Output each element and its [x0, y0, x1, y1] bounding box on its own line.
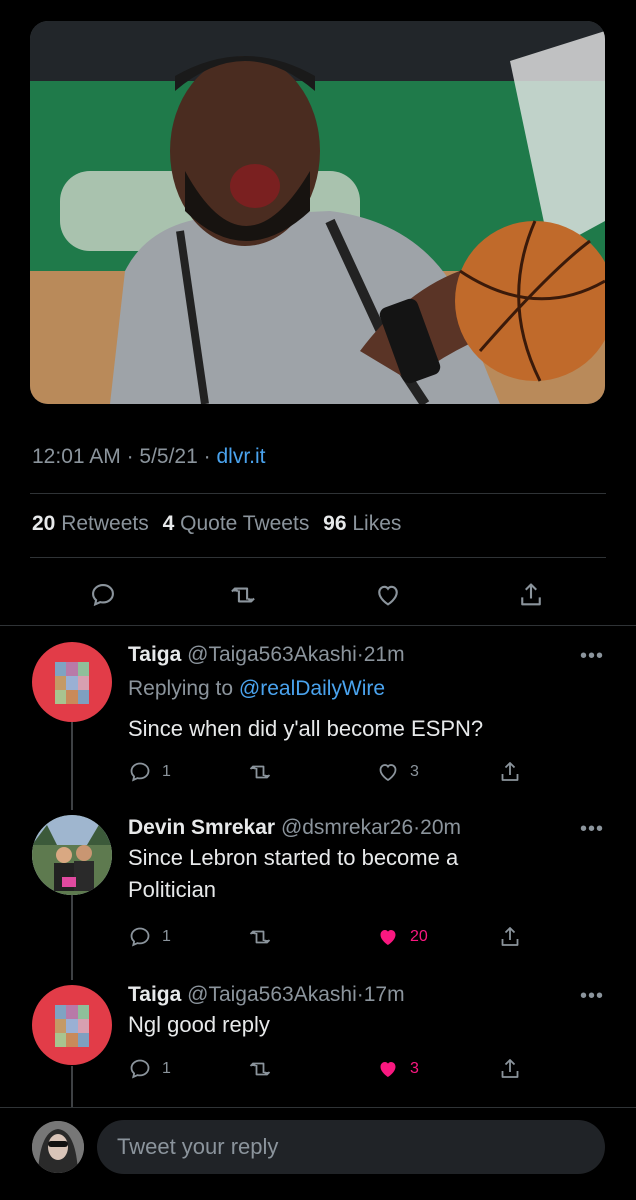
- user-avatar[interactable]: [32, 1121, 84, 1173]
- share-button[interactable]: [498, 925, 522, 949]
- reply-time: 20m: [420, 816, 461, 839]
- reply-icon: [92, 584, 114, 607]
- like-button[interactable]: 20: [376, 925, 428, 949]
- share-button[interactable]: [498, 1057, 522, 1081]
- reply-action-bar: 1 20: [128, 925, 528, 951]
- mention-link[interactable]: @realDailyWire: [239, 677, 385, 700]
- handle[interactable]: @Taiga563Akashi: [187, 983, 357, 1006]
- like-count: 3: [410, 1060, 419, 1077]
- retweet-icon: [249, 1062, 271, 1076]
- reply-time: 21m: [363, 643, 405, 666]
- avatar-pixel-image: [55, 1005, 89, 1047]
- avatar-photo: [32, 815, 112, 895]
- thread-connector: [71, 722, 73, 810]
- replying-to: Replying to @realDailyWire: [128, 673, 588, 705]
- reply-action-bar: 1 3: [128, 760, 528, 786]
- tweet-action-bar: [0, 578, 636, 612]
- like-count: 3: [410, 763, 419, 780]
- tweet-timestamp: 12:01 AM · 5/5/21 · dlvr.it: [32, 445, 265, 469]
- avatar-pixel-image: [55, 662, 89, 704]
- display-name[interactable]: Devin Smrekar: [128, 816, 275, 839]
- meta-separator: ·: [126, 445, 140, 468]
- avatar[interactable]: [32, 815, 112, 895]
- player-photo: [30, 21, 605, 404]
- retweet-button[interactable]: [248, 925, 272, 949]
- like-button[interactable]: [371, 578, 405, 612]
- handle[interactable]: @Taiga563Akashi: [187, 643, 357, 666]
- reply-header: Taiga @Taiga563Akashi·21m: [128, 643, 405, 666]
- divider: [0, 625, 636, 626]
- retweet-button[interactable]: [248, 760, 272, 784]
- tweet-date: 5/5/21: [139, 445, 198, 468]
- like-button[interactable]: 3: [376, 1057, 419, 1081]
- more-options-icon[interactable]: •••: [580, 985, 604, 1008]
- retweets-stat[interactable]: 20 Retweets: [32, 512, 149, 535]
- share-icon: [501, 927, 519, 946]
- retweet-icon: [231, 587, 255, 603]
- share-button[interactable]: [514, 578, 548, 612]
- reply-button[interactable]: 1: [128, 925, 171, 949]
- reply-text: Ngl good reply: [128, 1012, 270, 1037]
- avatar[interactable]: [32, 642, 112, 722]
- heart-filled-icon: [380, 1062, 396, 1077]
- divider: [30, 557, 606, 558]
- tweet-media-image[interactable]: [30, 21, 605, 404]
- share-button[interactable]: [498, 760, 522, 784]
- reply-text: Since when did y'all become ESPN?: [128, 716, 484, 741]
- reply-composer: Tweet your reply: [0, 1108, 636, 1200]
- retweet-button[interactable]: [248, 1057, 272, 1081]
- tweet-time: 12:01 AM: [32, 445, 121, 468]
- thread-connector: [71, 1066, 73, 1108]
- share-icon: [501, 762, 519, 781]
- more-options-icon[interactable]: •••: [580, 818, 604, 841]
- share-icon: [501, 1059, 519, 1078]
- retweet-button[interactable]: [226, 578, 260, 612]
- like-count: 20: [410, 928, 428, 945]
- reply-input[interactable]: Tweet your reply: [97, 1120, 605, 1174]
- handle[interactable]: @dsmrekar26: [281, 816, 413, 839]
- more-options-icon[interactable]: •••: [580, 645, 604, 668]
- display-name[interactable]: Taiga: [128, 983, 181, 1006]
- quote-tweets-stat[interactable]: 4 Quote Tweets: [163, 512, 310, 535]
- tweet-stats: 20 Retweets 4 Quote Tweets 96 Likes: [32, 512, 401, 536]
- reply-time: 17m: [363, 983, 405, 1006]
- heart-icon: [379, 764, 397, 782]
- tweet-source-link[interactable]: dlvr.it: [216, 445, 265, 468]
- user-avatar-photo: [32, 1121, 84, 1173]
- display-name[interactable]: Taiga: [128, 643, 181, 666]
- reply-icon: [130, 762, 150, 782]
- replying-prefix: Replying to: [128, 677, 234, 700]
- reply-count: 1: [162, 928, 171, 945]
- reply-button[interactable]: [86, 578, 120, 612]
- reply-text-line: Politician: [128, 877, 217, 902]
- reply-button[interactable]: 1: [128, 760, 171, 784]
- retweet-icon: [249, 765, 271, 779]
- share-icon: [521, 583, 541, 606]
- reply-header: Taiga @Taiga563Akashi·17m: [128, 983, 405, 1006]
- reply-header: Devin Smrekar @dsmrekar26·20m: [128, 816, 461, 839]
- heart-icon: [378, 585, 398, 606]
- retweet-icon: [249, 930, 271, 944]
- reply-icon: [130, 1059, 150, 1079]
- reply-icon: [130, 927, 150, 947]
- avatar[interactable]: [32, 985, 112, 1065]
- likes-stat[interactable]: 96 Likes: [323, 512, 401, 535]
- thread-connector: [71, 895, 73, 980]
- heart-filled-icon: [380, 930, 396, 945]
- reply-button[interactable]: 1: [128, 1057, 171, 1081]
- reply-text-line: Since Lebron started to become a: [128, 845, 459, 870]
- reply-action-bar: 1 3: [128, 1057, 528, 1083]
- like-button[interactable]: 3: [376, 760, 419, 784]
- divider: [30, 493, 606, 494]
- reply-count: 1: [162, 763, 171, 780]
- meta-separator: ·: [203, 445, 217, 468]
- reply-count: 1: [162, 1060, 171, 1077]
